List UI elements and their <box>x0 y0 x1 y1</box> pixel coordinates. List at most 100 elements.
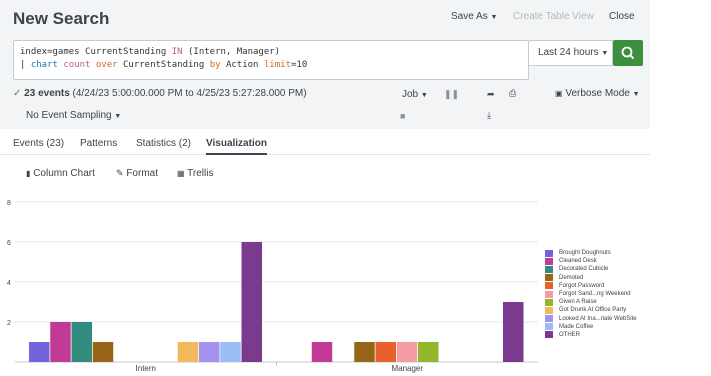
bar <box>375 342 396 362</box>
event-sampling-label: No Event Sampling <box>26 110 112 121</box>
bar <box>354 342 375 362</box>
mode-icon: ▣ <box>555 89 563 98</box>
job-label: Job <box>402 89 419 100</box>
legend-swatch <box>545 249 553 257</box>
legend-item[interactable]: OTHER <box>545 331 637 339</box>
bar <box>177 342 199 362</box>
trellis-button[interactable]: ▦ Trellis <box>177 168 213 179</box>
column-chart: 2 4 6 8 Intern Manager <box>7 200 538 373</box>
create-table-view-button[interactable]: Create Table View <box>513 11 594 22</box>
legend-label: Forgot Password <box>559 282 605 289</box>
column-chart-button[interactable]: ▮ Column Chart <box>26 168 95 179</box>
check-icon: ✓ <box>13 88 22 99</box>
bar <box>50 322 71 362</box>
legend-item[interactable]: Looked At Ina...riate WebSite <box>545 315 637 323</box>
tab-patterns[interactable]: Patterns <box>80 138 117 149</box>
print-icon[interactable]: ⎙ <box>509 88 516 99</box>
legend-label: Decorated Cubicle <box>559 266 609 273</box>
legend-swatch <box>545 306 553 314</box>
y-tick-label: 2 <box>7 320 11 327</box>
pencil-icon: ✎ <box>116 168 124 178</box>
bar <box>241 242 262 362</box>
bar <box>311 342 333 362</box>
query-text: =10 <box>290 60 308 70</box>
caret-down-icon: ▼ <box>420 92 428 99</box>
stop-icon[interactable]: ■ <box>400 111 405 121</box>
tab-visualization[interactable]: Visualization <box>206 138 267 155</box>
legend-item[interactable]: Brought Doughnuts <box>545 249 637 257</box>
y-tick-label: 6 <box>7 240 11 247</box>
legend-item[interactable]: Made Coffee <box>545 323 637 331</box>
query-text: index=games CurrentStanding <box>20 47 172 57</box>
grid-icon: ▦ <box>177 169 185 178</box>
legend-label: Looked At Ina...riate WebSite <box>559 315 637 322</box>
legend-item[interactable]: Forgot Sand...ng Weekend <box>545 290 637 298</box>
search-mode-dropdown[interactable]: ▣ Verbose Mode ▼ <box>555 88 640 99</box>
legend-item[interactable]: Decorated Cubicle <box>545 265 637 273</box>
caret-down-icon: ▼ <box>490 14 498 21</box>
y-tick-label: 4 <box>7 280 11 287</box>
format-button[interactable]: ✎ Format <box>116 168 158 179</box>
legend-item[interactable]: Given A Raise <box>545 298 637 306</box>
bar <box>503 302 524 362</box>
legend-swatch <box>545 290 553 298</box>
pause-icon[interactable]: ❚❚ <box>444 89 459 100</box>
legend-item[interactable]: Cleaned Desk <box>545 257 637 265</box>
page-title: New Search <box>13 9 110 28</box>
event-count: 23 events <box>24 88 70 99</box>
query-text: (Intern, Manager) <box>182 47 281 57</box>
close-button[interactable]: Close <box>609 11 635 22</box>
search-button[interactable] <box>613 40 643 66</box>
query-keyword: IN <box>171 47 183 57</box>
y-tick-label: 8 <box>7 200 11 207</box>
bar <box>396 342 418 362</box>
tab-events[interactable]: Events (23) <box>13 138 64 149</box>
chart-legend: Brought Doughnuts Cleaned Desk Decorated C… <box>545 249 637 339</box>
bar <box>220 342 241 362</box>
query-text: CurrentStanding <box>117 60 210 70</box>
legend-label: Made Coffee <box>559 323 594 330</box>
format-label: Format <box>126 168 158 179</box>
bar <box>199 342 220 362</box>
bar <box>29 342 50 362</box>
results-tabs: Events (23) Patterns Statistics (2) Visu… <box>0 135 650 155</box>
job-menu[interactable]: Job ▼ <box>402 89 428 100</box>
tab-statistics[interactable]: Statistics (2) <box>136 138 191 149</box>
query-command: chart <box>30 60 58 70</box>
bar <box>71 322 92 362</box>
query-keyword: limit <box>263 60 291 70</box>
search-query-input[interactable]: index=games CurrentStanding IN (Intern, … <box>13 40 529 80</box>
legend-item[interactable]: Got Drunk At Office Party <box>545 306 637 314</box>
legend-item[interactable]: Demoted <box>545 274 637 282</box>
legend-label: Demoted <box>559 274 584 281</box>
save-as-label: Save As <box>451 11 488 22</box>
search-mode-label: Verbose Mode <box>565 88 630 99</box>
query-keyword: over <box>95 60 118 70</box>
query-function: count <box>63 60 91 70</box>
x-tick-label: Manager <box>391 364 423 373</box>
event-time-range: (4/24/23 5:00:00.000 PM to 4/25/23 5:27:… <box>69 88 307 99</box>
event-sampling-dropdown[interactable]: No Event Sampling ▼ <box>26 110 121 121</box>
time-range-picker[interactable]: Last 24 hours ▼ <box>529 40 613 66</box>
trellis-label: Trellis <box>187 168 214 179</box>
search-icon <box>621 46 635 60</box>
event-status: ✓ 23 events (4/24/23 5:00:00.000 PM to 4… <box>13 88 307 99</box>
legend-swatch <box>545 257 553 265</box>
share-icon[interactable]: ➦ <box>487 89 495 100</box>
legend-item[interactable]: Forgot Password <box>545 282 637 290</box>
save-as-button[interactable]: Save As ▼ <box>451 11 497 22</box>
legend-swatch <box>545 315 553 323</box>
column-chart-label: Column Chart <box>33 168 95 179</box>
caret-down-icon: ▼ <box>114 113 122 120</box>
legend-label: Forgot Sand...ng Weekend <box>559 291 631 298</box>
time-range-label: Last 24 hours <box>538 47 599 58</box>
legend-swatch <box>545 323 553 331</box>
bar <box>418 342 439 362</box>
legend-label: Brought Doughnuts <box>559 250 611 257</box>
query-pipe: | <box>20 60 31 70</box>
x-tick-label: Intern <box>136 364 156 373</box>
legend-swatch <box>545 298 553 306</box>
legend-swatch <box>545 282 553 290</box>
export-icon[interactable]: ⤓ <box>487 110 491 121</box>
search-header-panel: New Search Save As ▼ Create Table View C… <box>0 0 650 129</box>
